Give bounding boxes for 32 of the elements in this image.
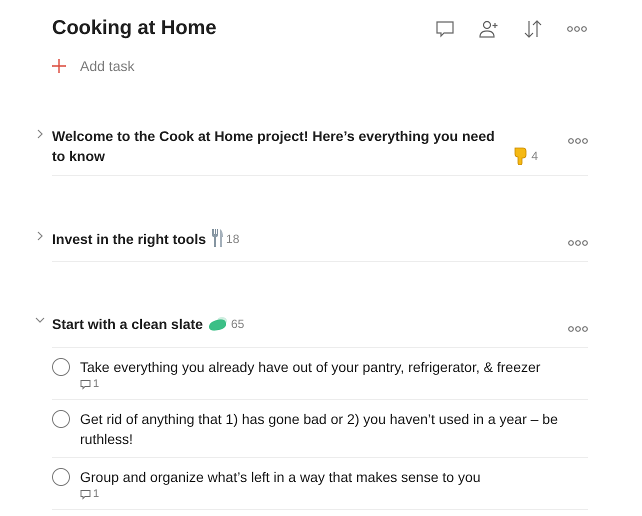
section-title: Start with a clean slate bbox=[52, 315, 203, 334]
comment-icon bbox=[80, 488, 91, 500]
comment-count: 1 bbox=[93, 377, 100, 391]
soap-icon bbox=[206, 315, 229, 333]
task-text: Take everything you already have out of your pantry, refrigerator, & freezer bbox=[80, 358, 540, 377]
task-text: Get rid of anything that 1) has gone bad or 2) you haven’t used in a year – be ruthless! bbox=[80, 410, 558, 449]
section-title: Welcome to the Cook at Home project! Here’s everything you need to know bbox=[52, 127, 496, 166]
task-count: 18 bbox=[226, 231, 240, 248]
more-icon[interactable] bbox=[568, 239, 588, 247]
comment-icon bbox=[80, 378, 91, 390]
task-count: 4 bbox=[531, 148, 538, 165]
task-count: 65 bbox=[230, 316, 244, 333]
chevron-right-icon[interactable] bbox=[37, 231, 43, 241]
more-icon[interactable] bbox=[567, 24, 587, 32]
task-checkbox[interactable] bbox=[52, 358, 70, 376]
fork-knife-icon bbox=[210, 228, 224, 248]
comment-icon[interactable] bbox=[435, 18, 455, 38]
sort-icon[interactable] bbox=[523, 18, 543, 38]
pointing-hand-icon bbox=[513, 145, 530, 165]
add-person-icon[interactable] bbox=[479, 20, 499, 38]
more-icon[interactable] bbox=[568, 137, 588, 145]
section-title: Invest in the right tools bbox=[52, 230, 206, 249]
comment-count: 1 bbox=[93, 487, 100, 501]
task-checkbox[interactable] bbox=[52, 410, 70, 428]
plus-icon bbox=[52, 59, 66, 73]
more-icon[interactable] bbox=[568, 325, 588, 333]
add-task-button[interactable]: Add task bbox=[52, 58, 588, 74]
task-checkbox[interactable] bbox=[52, 468, 70, 486]
chevron-down-icon[interactable] bbox=[35, 317, 45, 323]
chevron-right-icon[interactable] bbox=[37, 129, 43, 139]
project-title: Cooking at Home bbox=[52, 17, 218, 40]
task-text: Group and organize what’s left in a way that makes sense to you bbox=[80, 468, 481, 487]
